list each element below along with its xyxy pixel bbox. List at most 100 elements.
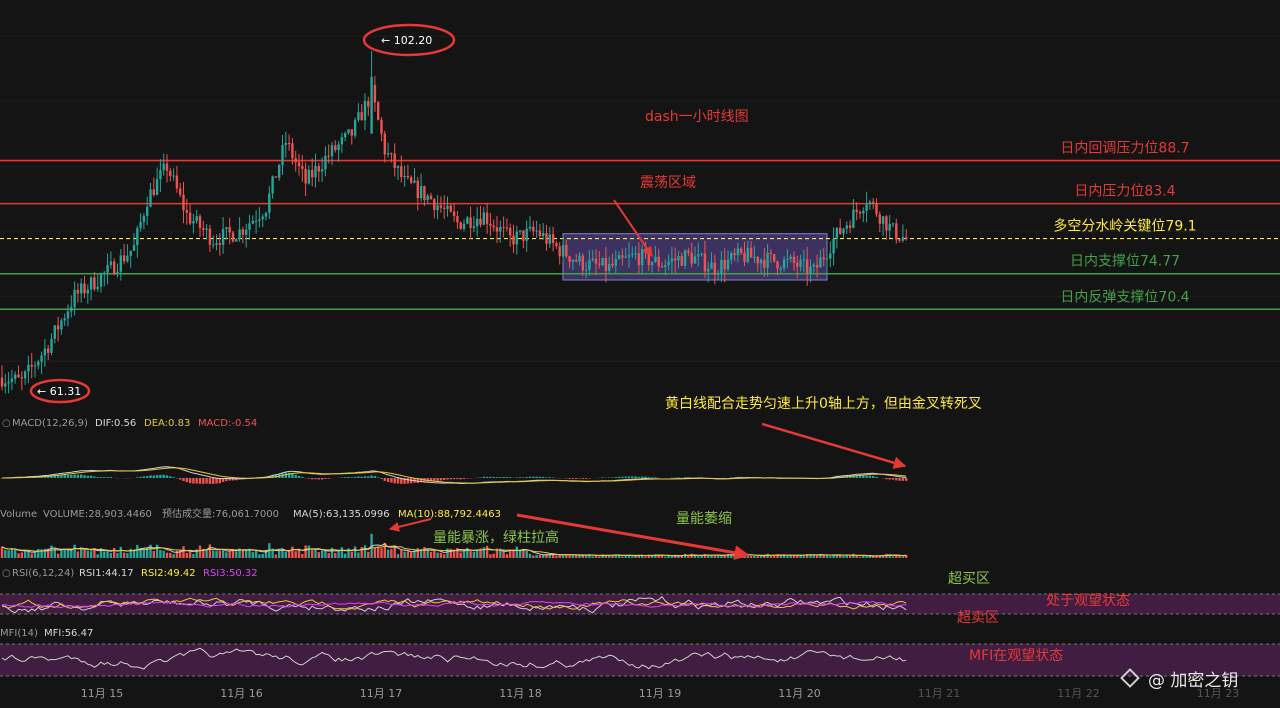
macd-histogram-bar bbox=[146, 476, 148, 478]
candle-body bbox=[776, 261, 778, 268]
macd-histogram-bar bbox=[384, 478, 386, 481]
candle-body bbox=[430, 196, 432, 199]
macd-histogram-bar bbox=[341, 477, 343, 478]
candle-body bbox=[1, 378, 3, 387]
macd-histogram-bar bbox=[641, 477, 643, 478]
candle-body bbox=[308, 170, 310, 184]
macd-histogram-bar bbox=[212, 478, 214, 484]
candle-body bbox=[205, 229, 207, 230]
rsi-state-label: 处于观望状态 bbox=[1046, 593, 1130, 609]
volume-shrink-note: 量能萎缩 bbox=[676, 511, 732, 527]
candle-body bbox=[687, 251, 689, 253]
macd-histogram-bar bbox=[486, 477, 488, 478]
volume-bar bbox=[262, 554, 264, 558]
macd-histogram-bar bbox=[100, 477, 102, 478]
macd-histogram-bar bbox=[601, 477, 603, 478]
volume-bar bbox=[740, 556, 742, 558]
volume-bar bbox=[186, 553, 188, 558]
volume-bar bbox=[410, 553, 412, 558]
volume-bar bbox=[667, 556, 669, 558]
macd-histogram-bar bbox=[885, 478, 887, 479]
volume-bar bbox=[169, 553, 171, 558]
volume-bar bbox=[301, 554, 303, 558]
macd-histogram-bar bbox=[397, 478, 399, 484]
candle-body bbox=[882, 216, 884, 224]
volume-bar bbox=[209, 544, 211, 558]
macd-histogram-bar bbox=[493, 477, 495, 478]
macd-histogram-bar bbox=[542, 477, 544, 478]
candle-body bbox=[304, 169, 306, 184]
zone-label: 震荡区域 bbox=[640, 175, 696, 191]
candle-body bbox=[790, 257, 792, 259]
candle-body bbox=[499, 227, 501, 232]
volume-bar bbox=[644, 557, 646, 558]
candle-body bbox=[436, 205, 438, 210]
candle-body bbox=[278, 165, 280, 178]
candle-body bbox=[463, 224, 465, 229]
x-tick-label: 11月 22 bbox=[1057, 687, 1100, 700]
candle-body bbox=[130, 251, 132, 256]
macd-histogram-bar bbox=[67, 475, 69, 478]
macd-histogram-bar bbox=[77, 475, 79, 478]
volume-ma10: MA(10):88,792.4463 bbox=[398, 509, 501, 520]
volume-bar bbox=[159, 550, 161, 558]
candle-body bbox=[766, 253, 768, 268]
volume-bar bbox=[77, 551, 79, 558]
candle-body bbox=[77, 290, 79, 294]
candle-body bbox=[572, 260, 574, 262]
volume-bar bbox=[27, 551, 29, 558]
macd-histogram-bar bbox=[377, 477, 379, 478]
candle-body bbox=[262, 217, 264, 220]
rsi-oversold-label: 超卖区 bbox=[957, 610, 999, 626]
volume-bar bbox=[865, 556, 867, 558]
volume-bar bbox=[1, 547, 3, 558]
macd-histogram-bar bbox=[532, 477, 534, 478]
volume-bar bbox=[153, 551, 155, 558]
candle-body bbox=[770, 253, 772, 254]
candle-body bbox=[265, 213, 267, 217]
candle-body bbox=[783, 259, 785, 268]
candle-body bbox=[545, 233, 547, 244]
volume-bar bbox=[199, 546, 201, 558]
macd-histogram-bar bbox=[631, 476, 633, 478]
candle-body bbox=[852, 210, 854, 228]
candle-body bbox=[176, 176, 178, 189]
candle-body bbox=[21, 377, 23, 378]
candle-body bbox=[809, 267, 811, 274]
macd-histogram-bar bbox=[344, 477, 346, 478]
candle-body bbox=[311, 170, 313, 177]
level-label-0: 日内回调压力位88.7 bbox=[1060, 141, 1189, 157]
candle-body bbox=[819, 258, 821, 268]
candle-body bbox=[595, 259, 597, 264]
volume-bar bbox=[803, 556, 805, 558]
candle-body bbox=[793, 257, 795, 263]
volume-bar bbox=[733, 555, 735, 558]
candle-body bbox=[539, 231, 541, 236]
volume-bar bbox=[407, 551, 409, 558]
candle-body bbox=[80, 284, 82, 294]
volume-bar bbox=[522, 550, 524, 558]
candle-body bbox=[889, 224, 891, 231]
volume-estimate: 预估成交量:76,061.7000 bbox=[162, 507, 279, 520]
macd-histogram-bar bbox=[295, 475, 297, 478]
candle-body bbox=[631, 254, 633, 255]
volume-bar bbox=[417, 548, 419, 558]
candle-body bbox=[116, 272, 118, 275]
candle-body bbox=[225, 227, 227, 229]
candle-body bbox=[47, 349, 49, 353]
macd-histogram-bar bbox=[205, 478, 207, 484]
macd-histogram-bar bbox=[522, 477, 524, 478]
volume-bar bbox=[252, 552, 254, 558]
macd-histogram-bar bbox=[582, 478, 584, 479]
macd-histogram-bar bbox=[156, 475, 158, 478]
volume-bar bbox=[21, 552, 23, 558]
candle-body bbox=[450, 206, 452, 212]
macd-histogram-bar bbox=[110, 477, 112, 478]
volume-bar bbox=[852, 554, 854, 558]
volume-bar bbox=[334, 553, 336, 558]
macd-histogram-bar bbox=[436, 478, 438, 481]
candle-body bbox=[364, 101, 366, 120]
candle-body bbox=[380, 120, 382, 134]
macd-histogram-bar bbox=[314, 478, 316, 479]
candle-body bbox=[126, 256, 128, 261]
